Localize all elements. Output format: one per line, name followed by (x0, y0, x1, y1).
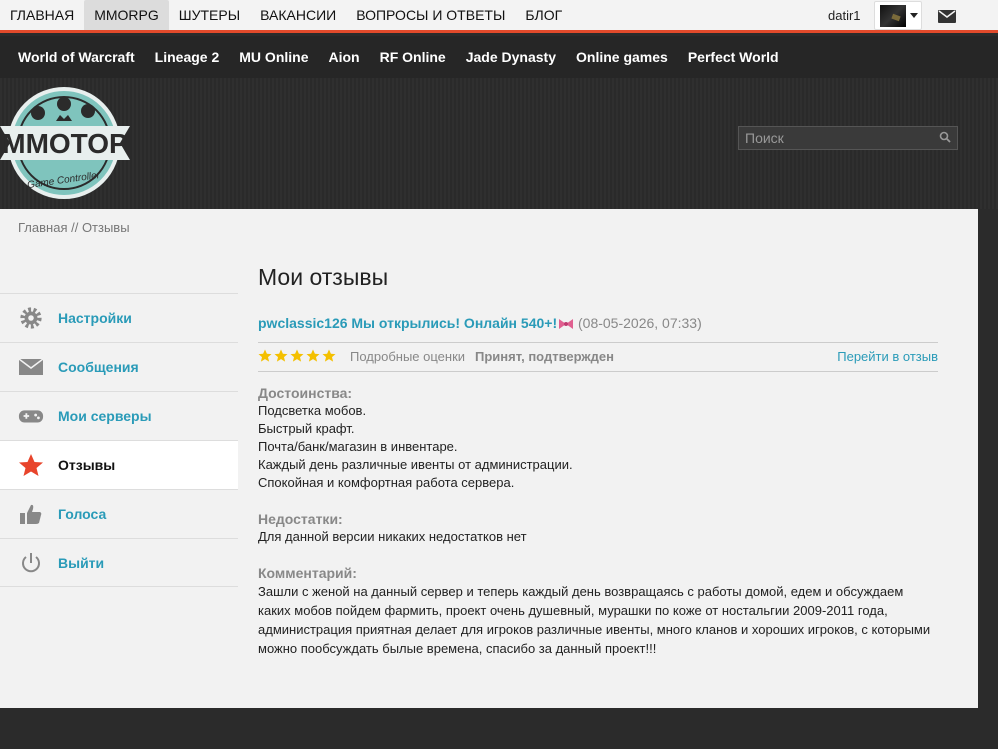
site-logo[interactable]: MMOTOP Game Controller (0, 86, 130, 200)
sidebar-item-logout[interactable]: Выйти (0, 538, 238, 587)
sidebar-item-my-servers[interactable]: Мои серверы (0, 391, 238, 440)
top-bar: ГЛАВНАЯ MMORPG ШУТЕРЫ ВАКАНСИИ ВОПРОСЫ И… (0, 0, 998, 33)
page-title: Мои отзывы (258, 264, 389, 290)
topnav-item-shooters[interactable]: ШУТЕРЫ (169, 0, 250, 30)
gamenav-item-mu-online[interactable]: MU Online (229, 36, 318, 78)
search-input[interactable] (739, 127, 929, 149)
sidebar-item-label: Выйти (58, 554, 105, 571)
star-icon (306, 349, 320, 362)
thumbs-up-icon (20, 504, 42, 524)
sidebar-item-label: Настройки (58, 310, 132, 326)
review-header: pwclassic126 Мы открылись! Онлайн 540+! … (258, 315, 938, 331)
caret-down-icon (910, 13, 918, 18)
envelope-icon (18, 358, 44, 375)
sidebar-item-settings[interactable]: Настройки (0, 293, 238, 342)
rating-stars (258, 349, 336, 363)
user-menu-dropdown[interactable] (874, 1, 922, 30)
pros-item: Каждый день различные ивенты от админист… (258, 457, 573, 472)
content: Мои отзывы pwclassic126 Мы открылись! Он… (258, 264, 938, 658)
logo-text: MMOTOP (2, 128, 127, 159)
breadcrumb-current: Отзывы (81, 220, 130, 235)
rating-bar: Подробные оценки Принят, подтвержден Пер… (258, 342, 938, 372)
game-nav: World of Warcraft Lineage 2 MU Online Ai… (0, 36, 998, 78)
gamenav-item-aion[interactable]: Aion (319, 36, 370, 78)
gamenav-item-online-games[interactable]: Online games (566, 36, 678, 78)
main-panel: Главная // Отзывы Настройки Сообщения Мо… (0, 209, 978, 708)
breadcrumb-home[interactable]: Главная (18, 220, 67, 235)
sidebar-item-votes[interactable]: Голоса (0, 489, 238, 538)
sidebar-item-reviews[interactable]: Отзывы (0, 440, 238, 489)
pros-item: Подсветка мобов. (258, 403, 367, 418)
topnav-item-home[interactable]: ГЛАВНАЯ (0, 0, 84, 30)
username[interactable]: datir1 (828, 0, 861, 32)
gamenav-item-jade-dynasty[interactable]: Jade Dynasty (456, 36, 566, 78)
sidebar-item-label: Мои серверы (58, 408, 152, 424)
cons-text: Для данной версии никаких недостатков не… (258, 529, 527, 544)
pros-item: Почта/банк/магазин в инвентаре. (258, 439, 458, 454)
gamenav-item-lineage2[interactable]: Lineage 2 (145, 36, 230, 78)
topnav-item-blog[interactable]: БЛОГ (515, 0, 572, 30)
topnav-item-vacancies[interactable]: ВАКАНСИИ (250, 0, 346, 30)
gamenav-item-perfect-world[interactable]: Perfect World (678, 36, 789, 78)
sidebar: Настройки Сообщения Мои серверы Отзывы Г… (0, 293, 238, 587)
gamenav-item-rf-online[interactable]: RF Online (370, 36, 456, 78)
gear-icon (20, 307, 42, 329)
search-box (738, 126, 958, 150)
sidebar-item-label: Голоса (58, 506, 107, 522)
mail-icon[interactable] (938, 10, 956, 23)
pros-label: Достоинства: (258, 385, 353, 401)
star-icon (274, 349, 288, 362)
star-icon (322, 349, 336, 362)
sidebar-item-label: Отзывы (58, 457, 116, 473)
gamepad-icon (18, 410, 44, 423)
star-icon (258, 349, 272, 362)
detailed-ratings-link[interactable]: Подробные оценки (350, 349, 465, 364)
search-icon[interactable] (939, 131, 951, 143)
power-icon (22, 553, 40, 573)
cons-label: Недостатки: (258, 511, 343, 527)
star-icon (290, 349, 304, 362)
avatar (880, 5, 906, 27)
review-status: Принят, подтвержден (475, 349, 614, 364)
site-header: MMOTOP Game Controller (0, 78, 998, 209)
topnav-item-faq[interactable]: ВОПРОСЫ И ОТВЕТЫ (346, 0, 515, 30)
breadcrumb-separator: // (67, 220, 82, 235)
comment-label: Комментарий: (258, 565, 357, 581)
topnav-item-mmorpg[interactable]: MMORPG (84, 0, 169, 30)
pros-item: Быстрый крафт. (258, 421, 355, 436)
review-date: (08-05-2026, 07:33) (578, 315, 702, 331)
comment-text: Зашли с женой на данный сервер и теперь … (258, 584, 931, 656)
sidebar-item-messages[interactable]: Сообщения (0, 342, 238, 391)
gamenav-item-wow[interactable]: World of Warcraft (8, 36, 145, 78)
breadcrumb: Главная // Отзывы (18, 220, 130, 235)
review-title-link[interactable]: pwclassic126 Мы открылись! Онлайн 540+! (258, 315, 557, 331)
top-nav: ГЛАВНАЯ MMORPG ШУТЕРЫ ВАКАНСИИ ВОПРОСЫ И… (0, 0, 572, 30)
sidebar-item-label: Сообщения (58, 359, 139, 375)
goto-review-link[interactable]: Перейти в отзыв (837, 349, 938, 364)
bow-icon (559, 319, 574, 329)
pros-item: Спокойная и комфортная работа сервера. (258, 475, 515, 490)
star-icon (19, 454, 43, 476)
